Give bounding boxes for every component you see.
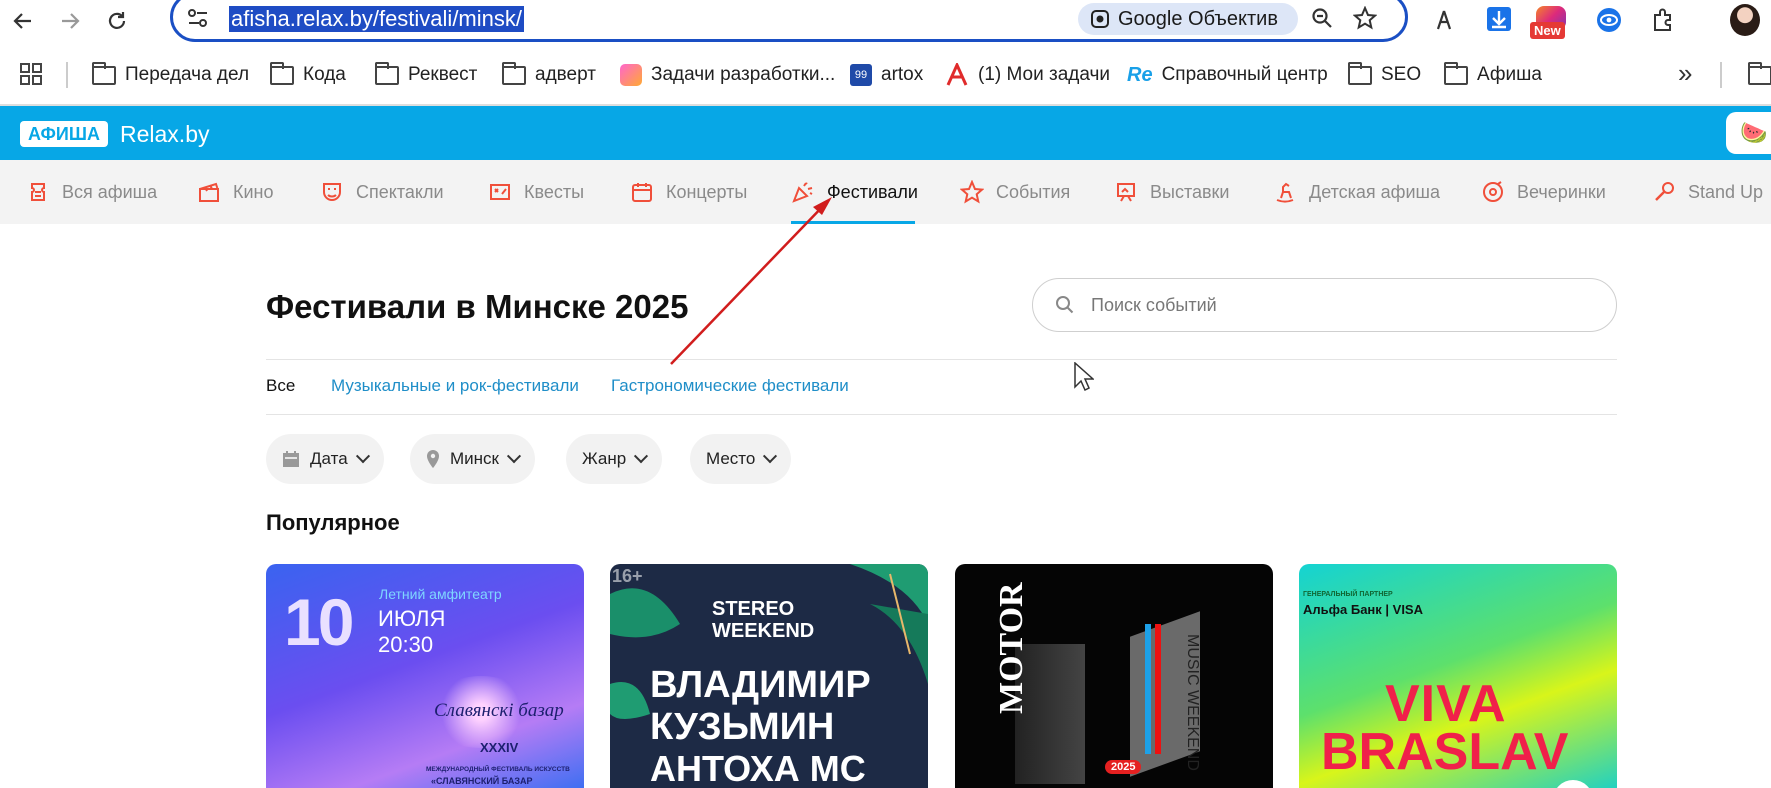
- mouse-cursor-icon: [1074, 362, 1094, 392]
- annotation-arrow: [670, 197, 832, 365]
